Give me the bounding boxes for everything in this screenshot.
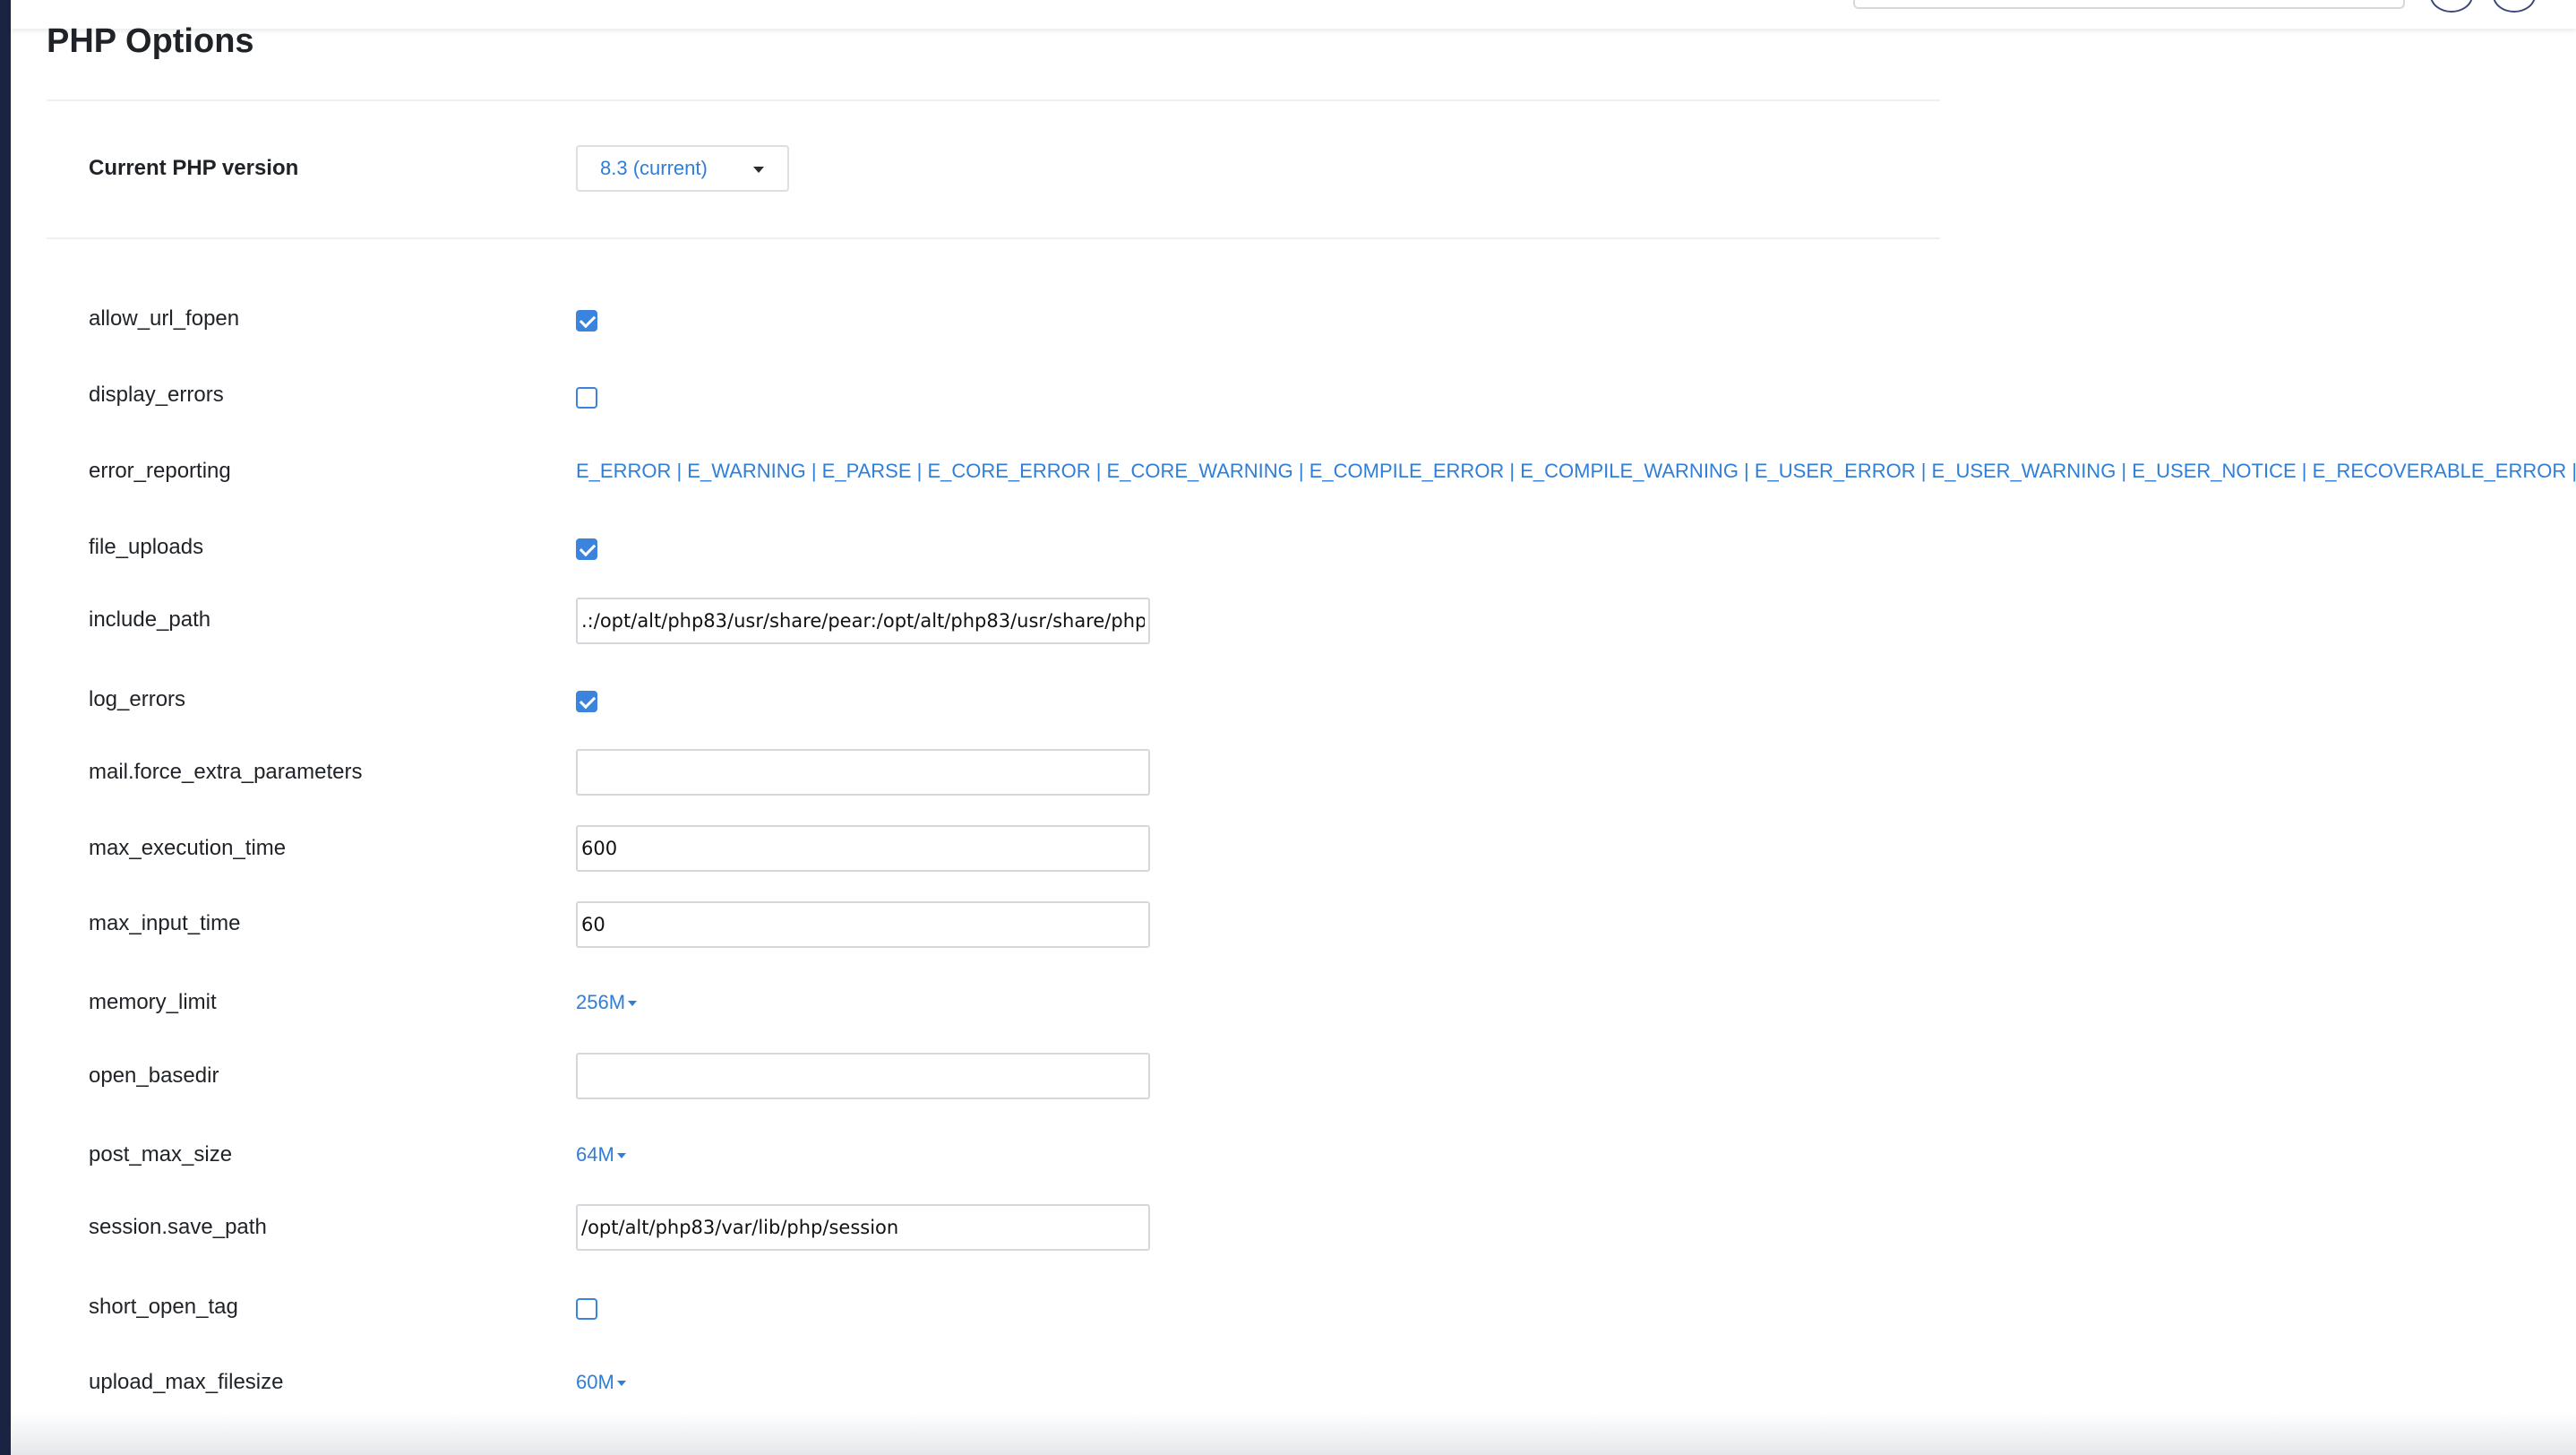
option-label-display-errors: display_errors — [89, 383, 224, 407]
option-label-error-reporting: error_reporting — [89, 459, 231, 483]
page-title: PHP Options — [47, 22, 254, 60]
option-label-short-open-tag: short_open_tag — [89, 1295, 238, 1319]
option-label-allow-url-fopen: allow_url_fopen — [89, 306, 240, 331]
sidebar-edge — [0, 0, 11, 1455]
top-header — [11, 0, 2576, 29]
error-reporting-value[interactable]: E_ERROR | E_WARNING | E_PARSE | E_CORE_E… — [576, 453, 2576, 489]
option-label-include-path: include_path — [89, 607, 211, 632]
php-version-value: 8.3 (current) — [600, 157, 708, 179]
option-label-session-save-path: session.save_path — [89, 1215, 267, 1239]
option-label-upload-max-filesize: upload_max_filesize — [89, 1370, 284, 1394]
option-label-post-max-size: post_max_size — [89, 1142, 233, 1167]
mail-force-extra-parameters-input[interactable] — [576, 749, 1150, 796]
help-icon[interactable] — [2430, 0, 2473, 13]
user-avatar-icon[interactable] — [2493, 0, 2536, 13]
file-uploads-checkbox[interactable] — [576, 538, 597, 560]
option-label-log-errors: log_errors — [89, 687, 186, 711]
upload-max-filesize-dropdown[interactable]: 60M — [576, 1365, 626, 1400]
open-basedir-input[interactable] — [576, 1053, 1150, 1099]
max-execution-time-input[interactable] — [576, 825, 1150, 872]
option-label-open-basedir: open_basedir — [89, 1063, 219, 1088]
php-version-select[interactable]: 8.3 (current) — [576, 145, 789, 192]
bottom-shadow — [11, 1412, 2576, 1455]
log-errors-checkbox[interactable] — [576, 691, 597, 712]
chevron-down-icon — [616, 1381, 626, 1387]
allow-url-fopen-checkbox[interactable] — [576, 310, 597, 331]
memory-limit-value: 256M — [576, 991, 626, 1013]
post-max-size-value: 64M — [576, 1143, 614, 1166]
chevron-down-icon — [753, 167, 764, 173]
option-label-max-execution-time: max_execution_time — [89, 836, 287, 860]
upload-max-filesize-value: 60M — [576, 1371, 614, 1393]
option-label-memory-limit: memory_limit — [89, 990, 217, 1014]
divider — [47, 99, 1940, 101]
divider — [47, 237, 1940, 239]
chevron-down-icon — [628, 1001, 638, 1007]
display-errors-checkbox[interactable] — [576, 387, 597, 409]
version-label: Current PHP version — [89, 156, 299, 180]
option-label-file-uploads: file_uploads — [89, 535, 204, 559]
chevron-down-icon — [616, 1153, 626, 1159]
option-label-mail-force-extra-parameters: mail.force_extra_parameters — [89, 760, 363, 784]
memory-limit-dropdown[interactable]: 256M — [576, 985, 638, 1020]
session-save-path-input[interactable] — [576, 1204, 1150, 1251]
option-label-max-input-time: max_input_time — [89, 911, 241, 935]
short-open-tag-checkbox[interactable] — [576, 1298, 597, 1320]
post-max-size-dropdown[interactable]: 64M — [576, 1137, 626, 1173]
search-input[interactable] — [1853, 0, 2405, 9]
include-path-input[interactable] — [576, 598, 1150, 644]
max-input-time-input[interactable] — [576, 901, 1150, 948]
